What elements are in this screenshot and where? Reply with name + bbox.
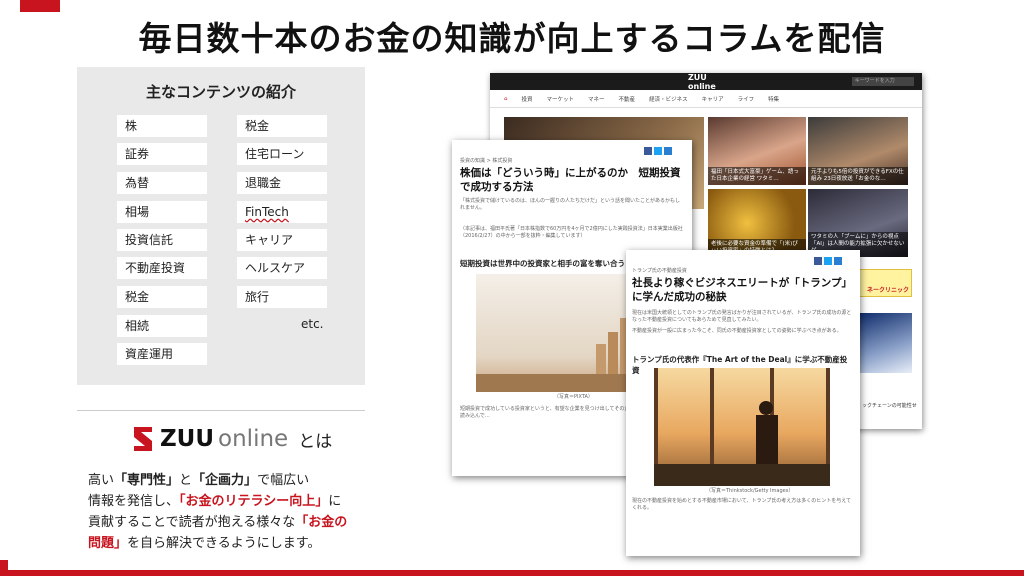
site-logo: ZUU online bbox=[688, 73, 716, 91]
zuu-mark-icon bbox=[132, 425, 154, 453]
desc-part: を自ら解決できるようにします。 bbox=[127, 536, 321, 551]
logo-toha-text: とは bbox=[298, 431, 333, 452]
content-item: 証券 bbox=[117, 143, 207, 165]
article-card-2: トランプ氏の不動産投資 社長より稼ぐビジネスエリートが「トランプ」に学んだ成功の… bbox=[626, 250, 860, 556]
contents-panel: 主なコンテンツの紹介 株 証券 為替 相場 投資信託 不動産投資 税金 相続 資… bbox=[77, 67, 365, 385]
content-item: 不動産投資 bbox=[117, 257, 207, 279]
desc-part: と bbox=[179, 473, 193, 488]
zuu-online-logo: ZUU online とは bbox=[132, 425, 332, 453]
article-image bbox=[654, 368, 830, 486]
page-title: 毎日数十本のお金の知識が向上するコラムを配信 bbox=[138, 19, 886, 58]
description-text: 高い「専門性」と「企画力」で幅広い 情報を発信し、「お金のリテラシー向上」に 貢… bbox=[88, 470, 378, 554]
content-item: 税金 bbox=[117, 286, 207, 308]
nav-item: ライフ bbox=[737, 96, 755, 103]
content-item: 資産運用 bbox=[117, 343, 207, 365]
site-header: ZUU online キーワードを入力 bbox=[490, 73, 922, 91]
nav-item: 経済・ビジネス bbox=[649, 96, 688, 103]
article-body: 現在の不動産投資を始めとする不動産市場において、トランプ氏の考え方は多くのヒント… bbox=[632, 498, 852, 511]
desc-part: に bbox=[328, 494, 342, 509]
desc-part: で幅広い bbox=[257, 473, 310, 488]
nav-item: マーケット bbox=[546, 96, 575, 103]
etc-label: etc. bbox=[301, 317, 324, 331]
nav-item: 特集 bbox=[768, 96, 780, 103]
site-nav: ⌂ 投資 マーケット マネー 不動産 経済・ビジネス キャリア ライフ 特集 bbox=[490, 90, 922, 108]
news-tile: 元手よりも5倍の投資ができるFXの仕組み 23日夜放送「お金のな… bbox=[808, 117, 908, 185]
article-body: 現在は米国大統領としてのトランプ氏の発言ばかりが注目されているが、トランプ氏の成… bbox=[632, 310, 852, 323]
ad-banner: ネークリニック bbox=[856, 269, 912, 297]
article-body: 「株式投資で儲けているのは、ほんの一握りの人たちだけだ」という話を聞いたことがあ… bbox=[460, 198, 681, 211]
home-icon: ⌂ bbox=[504, 95, 508, 102]
content-item: ヘルスケア bbox=[237, 257, 327, 279]
content-item: 相続 bbox=[117, 315, 207, 337]
article-note: （本記事は、福田平氏著「日本株指数で60万円を4ヶ月で2億円にした実践投資法」日… bbox=[460, 226, 683, 239]
image-caption: （写真＝Thinkstock/Getty Images） bbox=[706, 488, 794, 494]
article-crumb: 投資の知識 > 株式投資 bbox=[460, 158, 513, 164]
desc-emphasis: 「専門性」 bbox=[114, 473, 180, 488]
share-icons bbox=[644, 147, 672, 155]
nav-item: 不動産 bbox=[618, 96, 636, 103]
content-item: 旅行 bbox=[237, 286, 327, 308]
article-headline: 社長より稼ぐビジネスエリートが「トランプ」に学んだ成功の秘訣 bbox=[632, 277, 852, 303]
image-caption: （写真＝PIXTA） bbox=[554, 394, 593, 400]
twitter-icon bbox=[654, 147, 662, 155]
tile-caption: 元手よりも5倍の投資ができるFXの仕組み 23日夜放送「お金のな… bbox=[808, 167, 908, 185]
desc-highlight: 「お金のリテラシー向上」 bbox=[179, 494, 329, 509]
news-tile: 老後に必要な資金の準備で「(米)ぴぃい投資家」の特徴とは？ bbox=[708, 189, 806, 257]
contents-heading: 主なコンテンツの紹介 bbox=[145, 83, 296, 101]
content-item: 税金 bbox=[237, 115, 327, 137]
article-headline: 株価は「どういう時」に上がるのか 短期投資で成功する方法 bbox=[460, 167, 681, 193]
corner-accent-bar bbox=[20, 0, 60, 12]
hatena-icon bbox=[664, 147, 672, 155]
article-body: 不動産投資が一般に広まった今こそ、同氏の不動産投資家としての姿勢に学ぶべき点があ… bbox=[632, 328, 842, 334]
hatena-icon bbox=[834, 257, 842, 265]
news-tile: ワタミの人「ブームに」からの視点「AI」は人間の能力拡張に欠かせないゲ… bbox=[808, 189, 908, 257]
content-item: 相場 bbox=[117, 201, 207, 223]
ad-text: ネークリニック bbox=[866, 287, 909, 294]
content-item: 為替 bbox=[117, 172, 207, 194]
section-divider bbox=[77, 410, 365, 411]
facebook-icon bbox=[644, 147, 652, 155]
desc-part: 高い bbox=[88, 473, 115, 488]
logo-zuu-text: ZUU bbox=[160, 426, 215, 452]
content-item: キャリア bbox=[237, 229, 327, 251]
content-item: 投資信託 bbox=[117, 229, 207, 251]
content-item: 退職金 bbox=[237, 172, 327, 194]
bottom-accent-bar bbox=[0, 570, 1024, 576]
share-icons bbox=[814, 257, 842, 265]
ad-image bbox=[856, 313, 912, 373]
nav-item: マネー bbox=[588, 96, 605, 103]
desc-emphasis: 「企画力」 bbox=[192, 473, 258, 488]
nav-item: 投資 bbox=[521, 96, 533, 103]
news-tile: 福田「日本式大富豪」ゲーム、語った日本企業の経営 ワタミ… bbox=[708, 117, 806, 185]
desc-highlight: 「お金の bbox=[295, 515, 348, 530]
article-crumb: トランプ氏の不動産投資 bbox=[632, 268, 687, 274]
content-item: 株 bbox=[117, 115, 207, 137]
facebook-icon bbox=[814, 257, 822, 265]
logo-online-text: online bbox=[218, 426, 289, 452]
desc-part: 情報を発信し、 bbox=[88, 494, 180, 509]
desc-part: 貢献することで読者が抱える様々な bbox=[88, 515, 296, 530]
site-search-input: キーワードを入力 bbox=[851, 77, 914, 86]
desc-highlight: 問題」 bbox=[88, 536, 128, 551]
side-caption: ックチェーンの可能性せ bbox=[862, 403, 917, 409]
nav-item: キャリア bbox=[701, 96, 724, 103]
tile-caption: 福田「日本式大富豪」ゲーム、語った日本企業の経営 ワタミ… bbox=[708, 167, 806, 185]
twitter-icon bbox=[824, 257, 832, 265]
content-item: 住宅ローン bbox=[237, 143, 327, 165]
content-item: FinTech bbox=[237, 201, 327, 223]
